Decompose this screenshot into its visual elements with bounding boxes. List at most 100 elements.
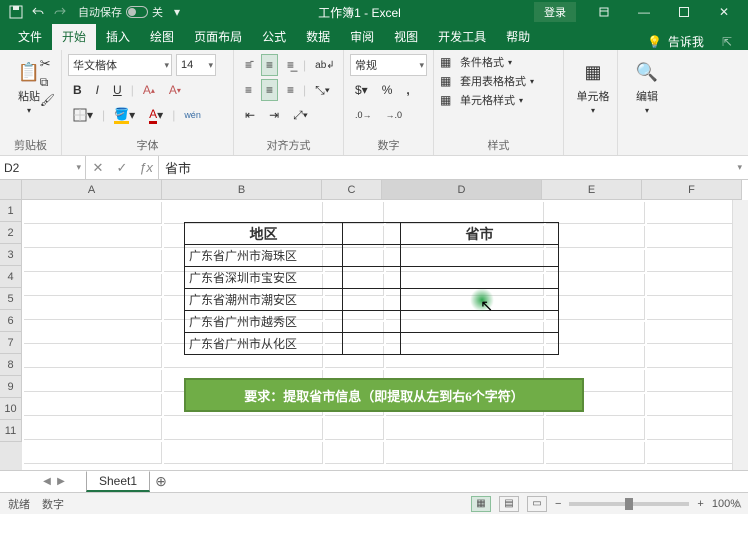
spreadsheet-grid[interactable]: 1234567891011 ABCDEF 地区 省市 广东省广州市海珠区广东省深… — [0, 180, 748, 470]
font-name-select[interactable]: 华文楷体 — [68, 54, 172, 76]
tab-data[interactable]: 数据 — [296, 24, 340, 50]
col-head-D[interactable]: D — [382, 180, 542, 200]
accounting-button[interactable]: $▾ — [350, 79, 373, 101]
zoom-in-icon[interactable]: + — [697, 498, 703, 510]
formula-input[interactable]: 省市 ▾ — [159, 156, 748, 179]
row-head-10[interactable]: 10 — [0, 398, 22, 420]
close-icon[interactable]: ✕ — [704, 0, 744, 24]
login-button[interactable]: 登录 — [534, 2, 576, 22]
indent-dec-icon[interactable]: ⇤ — [240, 104, 260, 126]
sheet-prev-icon[interactable]: ◀ — [40, 476, 54, 487]
row-head-4[interactable]: 4 — [0, 266, 22, 288]
tab-formulas[interactable]: 公式 — [252, 24, 296, 50]
row-head-1[interactable]: 1 — [0, 200, 22, 222]
normal-view-icon[interactable]: ▦ — [471, 496, 491, 512]
row-head-5[interactable]: 5 — [0, 288, 22, 310]
data-cell-region-3[interactable]: 广东省潮州市潮安区 — [185, 289, 343, 311]
percent-button[interactable]: % — [377, 79, 398, 101]
font-size-select[interactable]: 14 — [176, 54, 216, 76]
collapse-ribbon-icon[interactable]: ˄ — [734, 496, 742, 512]
select-all-button[interactable] — [0, 180, 22, 200]
tab-review[interactable]: 审阅 — [340, 24, 384, 50]
qat-more-icon[interactable]: ▾ — [169, 4, 185, 20]
data-cell-blank-4[interactable] — [343, 311, 401, 333]
data-cell-blank-5[interactable] — [343, 333, 401, 355]
data-cell-province-2[interactable] — [401, 267, 559, 289]
zoom-out-icon[interactable]: − — [555, 498, 561, 510]
cell-c2[interactable] — [343, 223, 401, 245]
maximize-icon[interactable] — [664, 0, 704, 24]
header-province[interactable]: 省市 — [401, 223, 559, 245]
underline-button[interactable]: U — [108, 79, 127, 101]
row-head-2[interactable]: 2 — [0, 222, 22, 244]
cut-icon[interactable]: ✂ — [40, 56, 55, 72]
align-bottom-icon[interactable]: ≡̲ — [282, 54, 299, 76]
orientation-icon[interactable]: ⤢▾ — [288, 104, 313, 126]
row-head-8[interactable]: 8 — [0, 354, 22, 376]
fx-icon[interactable]: ƒx — [134, 160, 158, 175]
number-format-select[interactable]: 常规 — [350, 54, 427, 76]
data-cell-blank-1[interactable] — [343, 245, 401, 267]
merge-button[interactable]: ⤡▾ — [310, 79, 335, 101]
data-cell-region-2[interactable]: 广东省深圳市宝安区 — [185, 267, 343, 289]
copy-icon[interactable]: ⧉ — [40, 75, 55, 90]
data-table[interactable]: 地区 省市 广东省广州市海珠区广东省深圳市宝安区广东省潮州市潮安区广东省广州市越… — [184, 222, 559, 355]
inc-decimal-icon[interactable]: .0→ — [350, 104, 377, 126]
sheet-tab-1[interactable]: Sheet1 — [86, 471, 150, 492]
page-layout-icon[interactable]: ▤ — [499, 496, 519, 512]
grow-font-button[interactable]: A▴ — [138, 79, 160, 101]
align-middle-icon[interactable]: ≡ — [261, 54, 278, 76]
zoom-slider[interactable] — [569, 502, 689, 506]
cond-format-button[interactable]: 条件格式 — [460, 54, 504, 70]
format-painter-icon[interactable]: 🖌 — [40, 93, 55, 107]
cell-style-button[interactable]: 单元格样式 — [460, 92, 515, 108]
name-box[interactable]: D2 — [0, 156, 86, 179]
align-center-icon[interactable]: ≡ — [261, 79, 278, 101]
italic-button[interactable]: I — [91, 79, 104, 101]
dec-decimal-icon[interactable]: →.0 — [381, 104, 408, 126]
cells-button[interactable]: ▦ 单元格 ▾ — [570, 54, 616, 119]
tell-me[interactable]: 告诉我 — [668, 33, 704, 50]
undo-icon[interactable] — [30, 4, 46, 20]
align-left-icon[interactable]: ≡ — [240, 79, 257, 101]
align-right-icon[interactable]: ≡ — [282, 79, 299, 101]
align-top-icon[interactable]: ≡̄ — [240, 54, 257, 76]
enter-formula-icon[interactable]: ✓ — [110, 160, 134, 176]
minimize-icon[interactable]: — — [624, 0, 664, 24]
data-cell-province-5[interactable] — [401, 333, 559, 355]
add-sheet-button[interactable]: ⊕ — [149, 473, 173, 490]
tab-help[interactable]: 帮助 — [496, 24, 540, 50]
instruction-note[interactable]: 要求：提取省市信息（即提取从左到右6个字符） — [184, 378, 584, 412]
page-break-icon[interactable]: ▭ — [527, 496, 547, 512]
phonetic-button[interactable]: wén — [179, 104, 206, 126]
tab-home[interactable]: 开始 — [52, 24, 96, 50]
expand-formula-icon[interactable]: ▾ — [737, 162, 742, 173]
tab-layout[interactable]: 页面布局 — [184, 24, 252, 50]
share-button[interactable]: ⇱ — [722, 35, 732, 49]
sheet-next-icon[interactable]: ▶ — [54, 476, 68, 487]
tab-developer[interactable]: 开发工具 — [428, 24, 496, 50]
shrink-font-button[interactable]: A▾ — [164, 79, 186, 101]
table-format-button[interactable]: 套用表格格式 — [460, 73, 526, 89]
tab-insert[interactable]: 插入 — [96, 24, 140, 50]
wrap-text-button[interactable]: ab↲ — [310, 54, 340, 76]
borders-button[interactable]: ▾ — [68, 104, 98, 126]
comma-button[interactable]: , — [401, 79, 414, 101]
cancel-formula-icon[interactable]: ✕ — [86, 160, 110, 176]
data-cell-blank-3[interactable] — [343, 289, 401, 311]
tab-draw[interactable]: 绘图 — [140, 24, 184, 50]
bold-button[interactable]: B — [68, 79, 87, 101]
ribbon-options-icon[interactable] — [584, 0, 624, 24]
col-head-A[interactable]: A — [22, 180, 162, 200]
col-head-F[interactable]: F — [642, 180, 742, 200]
data-cell-region-1[interactable]: 广东省广州市海珠区 — [185, 245, 343, 267]
fill-color-button[interactable]: 🪣▾ — [109, 104, 140, 126]
save-icon[interactable] — [8, 4, 24, 20]
row-head-6[interactable]: 6 — [0, 310, 22, 332]
vertical-scrollbar[interactable] — [732, 200, 748, 470]
indent-inc-icon[interactable]: ⇥ — [264, 104, 284, 126]
autosave-toggle[interactable]: 自动保存 关 — [78, 4, 163, 20]
row-head-11[interactable]: 11 — [0, 420, 22, 442]
col-head-B[interactable]: B — [162, 180, 322, 200]
header-region[interactable]: 地区 — [185, 223, 343, 245]
